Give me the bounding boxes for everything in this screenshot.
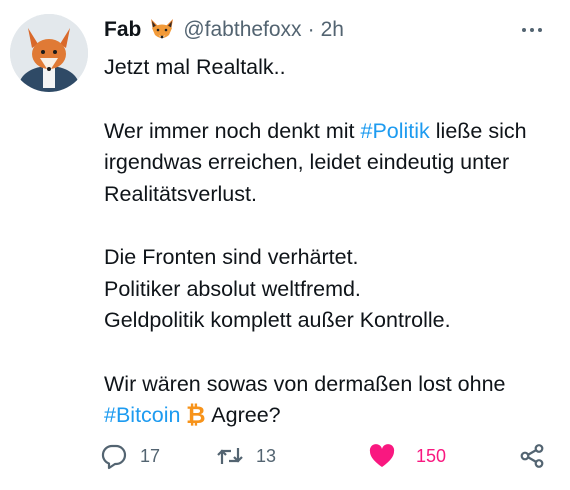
hashtag-politik-link[interactable]: #Politik [360, 119, 429, 143]
heart-filled-icon [369, 444, 395, 467]
share-button[interactable] [518, 436, 546, 476]
tweet-header: Fab @fabthefoxx · 2h [104, 14, 550, 46]
retweet-count: 13 [256, 445, 277, 466]
author-avatar[interactable] [10, 14, 88, 92]
like-button[interactable]: 150 [368, 436, 446, 476]
text-segment: Wir wären sowas von dermaßen lost ohne [104, 371, 506, 396]
retweet-icon [217, 448, 243, 464]
tweet-line: Jetzt mal Realtalk.. [104, 55, 286, 79]
reply-button[interactable]: 17 [100, 436, 160, 476]
text-segment: Agree? [206, 403, 281, 427]
svg-text:₿: ₿ [186, 401, 206, 427]
bitcoin-icon: ₿ [185, 401, 207, 427]
retweet-button[interactable]: 13 [216, 436, 276, 476]
reply-icon [101, 444, 127, 470]
text-segment: Wer immer noch denkt mit [104, 118, 361, 143]
share-icon [520, 444, 544, 468]
more-options-icon[interactable] [514, 14, 550, 46]
tweet-timestamp[interactable]: 2h [321, 18, 344, 42]
tweet-paragraph: Wir wären sowas von dermaßen lost ohne #… [104, 369, 554, 432]
tweet-card[interactable]: Fab @fabthefoxx · 2h Jetzt mal Realtalk.… [0, 0, 570, 490]
separator-dot: · [307, 18, 315, 41]
tweet-line: Geldpolitik komplett außer Kontrolle. [104, 308, 451, 332]
tweet-actions: 17 13 150 [100, 436, 560, 476]
tweet-line: Die Fronten sind verhärtet. [104, 245, 359, 269]
tweet-paragraph: Wer immer noch denkt mit #Politik ließe … [104, 116, 554, 211]
like-count: 150 [416, 445, 447, 466]
author-handle[interactable]: @fabthefoxx [183, 18, 301, 42]
tweet-text: Jetzt mal Realtalk.. Wer immer noch denk… [104, 52, 554, 432]
reply-count: 17 [140, 445, 161, 466]
fox-face-icon [149, 18, 175, 42]
author-name[interactable]: Fab [104, 18, 141, 42]
hashtag-bitcoin-link[interactable]: #Bitcoin [104, 403, 181, 427]
tweet-line: Politiker absolut weltfremd. [104, 276, 361, 301]
